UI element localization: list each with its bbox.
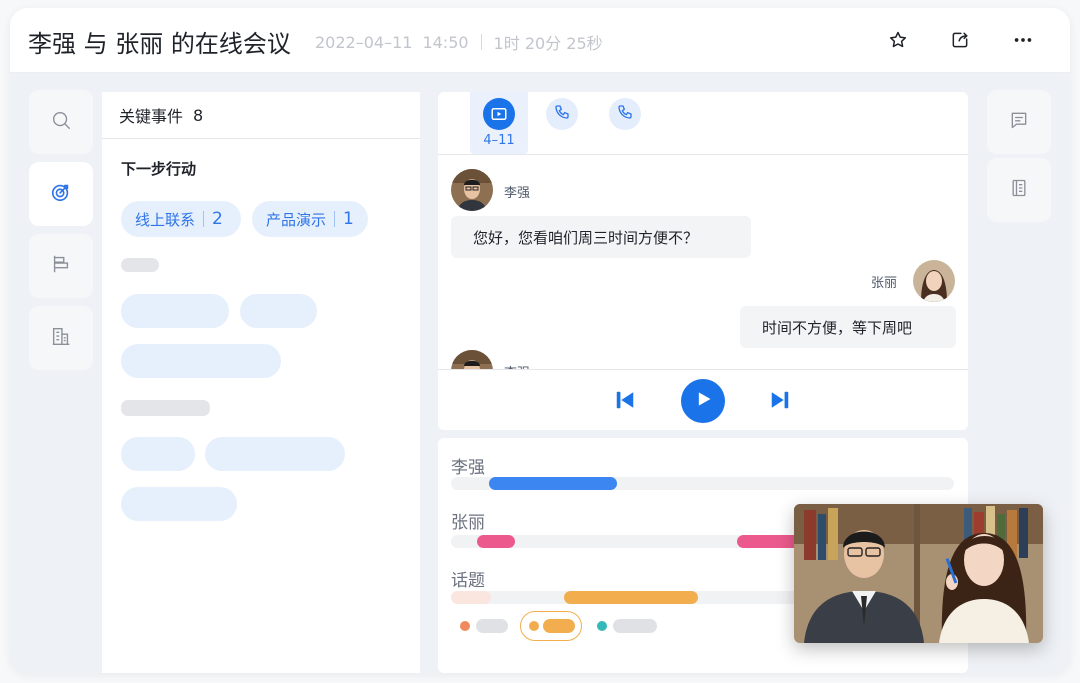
message-bubble[interactable]: 时间不方便，等下周吧 [740, 306, 956, 348]
tag-online-contact[interactable]: 线上联系 2 [121, 201, 241, 237]
tab-video-call[interactable]: 4–11 [470, 92, 528, 154]
topic-chip[interactable] [476, 619, 508, 633]
call-tabs: 4–11 [438, 92, 968, 155]
meeting-time: 14:50 [422, 32, 469, 52]
placeholder-tag [240, 294, 317, 328]
timeline-segment[interactable] [477, 535, 515, 548]
flag-icon [50, 253, 72, 279]
phone-icon [617, 104, 633, 124]
key-events-panel: 关键事件 8 下一步行动 线上联系 2 产品演示 1 [102, 92, 420, 673]
tag-label: 线上联系 [135, 210, 196, 229]
topic-dot [529, 621, 539, 631]
avatar [451, 169, 493, 211]
document-icon [1009, 178, 1029, 202]
header-bar: 李强 与 张丽 的在线会议 2022–04–11 14:50 1时 20分 25… [10, 8, 1070, 73]
transcript-panel: 4–11 李强 您好，您看咱们周三时间方便不？ 张丽 时间不方便，等下周吧 [438, 92, 968, 430]
skip-forward-icon[interactable] [769, 389, 791, 415]
topic-chip[interactable] [613, 619, 657, 633]
timeline-label: 李强 [451, 458, 485, 478]
meeting-duration: 1时 20分 25秒 [493, 34, 603, 53]
topic-dot [460, 621, 470, 631]
tag-count: 1 [343, 209, 354, 229]
timeline-segment[interactable] [564, 591, 698, 604]
meeting-title: 李强 与 张丽 的在线会议 [28, 30, 291, 58]
play-icon [693, 389, 713, 413]
video-icon [483, 98, 515, 130]
meeting-date: 2022–04–11 [315, 32, 413, 52]
placeholder-tag [205, 437, 345, 471]
topic-dot [597, 621, 607, 631]
comment-icon [1009, 110, 1029, 134]
playback-controls [438, 369, 968, 430]
timeline-segment[interactable] [451, 591, 491, 604]
tab-phone-call[interactable] [609, 98, 641, 130]
key-events-title: 关键事件 [119, 107, 184, 126]
message-bubble[interactable]: 您好，您看咱们周三时间方便不？ [451, 216, 751, 258]
avatar [913, 260, 955, 302]
topic-bar [543, 619, 575, 633]
timeline-label: 张丽 [451, 513, 485, 533]
nav-search[interactable] [29, 90, 93, 154]
key-events-count: 8 [193, 105, 204, 125]
placeholder-line [121, 258, 159, 272]
placeholder-tag [121, 344, 281, 378]
key-events-header: 关键事件 8 [102, 92, 420, 139]
video-preview[interactable] [794, 504, 1043, 643]
speaker-name: 李强 [504, 186, 531, 201]
next-steps-title: 下一步行动 [121, 160, 197, 178]
topic-chip-selected[interactable] [520, 611, 582, 641]
meta-divider [480, 34, 482, 50]
nav-company[interactable] [29, 306, 93, 370]
meeting-meta: 2022–04–11 14:50 1时 20分 25秒 [315, 30, 603, 54]
placeholder-tag [121, 294, 229, 328]
timeline-segment[interactable] [489, 477, 617, 490]
app-window: 李强 与 张丽 的在线会议 2022–04–11 14:50 1时 20分 25… [10, 8, 1070, 673]
target-icon [50, 181, 72, 207]
placeholder-line [121, 400, 210, 416]
placeholder-tag [121, 437, 195, 471]
nav-key-events[interactable] [29, 162, 93, 226]
comments-button[interactable] [987, 90, 1051, 154]
tag-product-demo[interactable]: 产品演示 1 [252, 201, 368, 237]
skip-back-icon[interactable] [614, 389, 636, 415]
tag-count: 2 [212, 209, 223, 229]
play-button[interactable] [681, 379, 725, 423]
speaker-name: 张丽 [871, 276, 898, 291]
building-icon [50, 325, 72, 351]
tag-label: 产品演示 [266, 210, 327, 229]
phone-icon [554, 104, 570, 124]
more-icon[interactable] [1009, 26, 1037, 54]
share-icon[interactable] [946, 26, 974, 54]
timeline-track[interactable] [451, 477, 954, 490]
timeline-label: 话题 [451, 571, 485, 591]
search-icon [50, 109, 72, 135]
star-icon[interactable] [884, 26, 912, 54]
nav-flow[interactable] [29, 234, 93, 298]
placeholder-tag [121, 487, 237, 521]
tab-phone-call[interactable] [546, 98, 578, 130]
summary-button[interactable] [987, 158, 1051, 222]
tab-date-label: 4–11 [483, 133, 515, 148]
